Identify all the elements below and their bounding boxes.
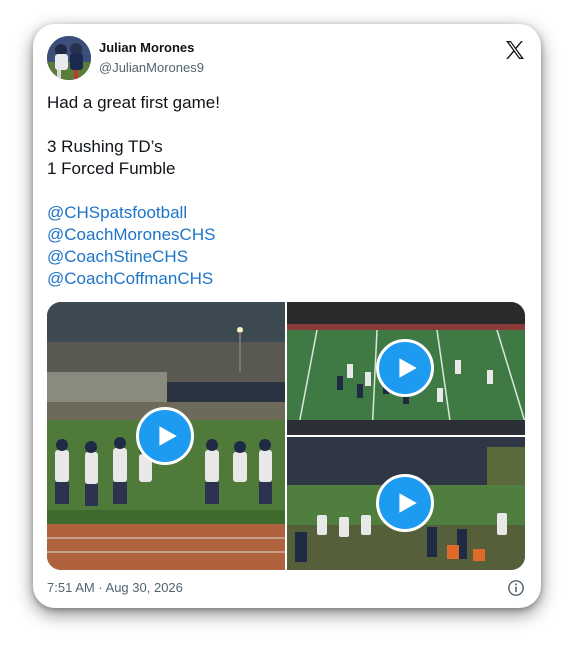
- avatar-image: [47, 36, 91, 80]
- play-button[interactable]: [376, 339, 434, 397]
- video-tile-3[interactable]: [287, 437, 525, 570]
- x-logo-icon[interactable]: [503, 38, 527, 62]
- video-tile-2[interactable]: [287, 302, 525, 435]
- video-tile-1[interactable]: [47, 302, 285, 570]
- media-grid: [47, 302, 525, 570]
- tweet-line: Had a great first game!: [47, 93, 220, 112]
- play-button[interactable]: [376, 474, 434, 532]
- mention-link[interactable]: @CoachMoronesCHS: [47, 224, 527, 246]
- mention-link[interactable]: @CoachCoffmanCHS: [47, 268, 527, 290]
- tweet-line: [47, 114, 527, 136]
- tweet-card[interactable]: Julian Morones @JulianMorones9 Had a gre…: [33, 24, 541, 608]
- play-icon: [399, 358, 417, 378]
- tweet-header: Julian Morones @JulianMorones9: [47, 36, 527, 80]
- tweet-line: 3 Rushing TD’s: [47, 137, 163, 156]
- timestamp[interactable]: 7:51 AM · Aug 30, 2026: [47, 580, 183, 595]
- mention-link[interactable]: @CoachStineCHS: [47, 246, 527, 268]
- tweet-line: [47, 180, 527, 202]
- mention-link[interactable]: @CHSpatsfootball: [47, 202, 527, 224]
- play-icon: [399, 493, 417, 513]
- play-button[interactable]: [136, 407, 194, 465]
- tweet-line: 1 Forced Fumble: [47, 159, 176, 178]
- tweet-footer: 7:51 AM · Aug 30, 2026: [47, 579, 527, 599]
- user-handle[interactable]: @JulianMorones9: [99, 60, 204, 75]
- display-name[interactable]: Julian Morones: [99, 40, 194, 55]
- play-icon: [159, 426, 177, 446]
- avatar[interactable]: [47, 36, 91, 80]
- tweet-text: Had a great first game! 3 Rushing TD’s 1…: [47, 92, 527, 290]
- info-icon[interactable]: [507, 579, 525, 597]
